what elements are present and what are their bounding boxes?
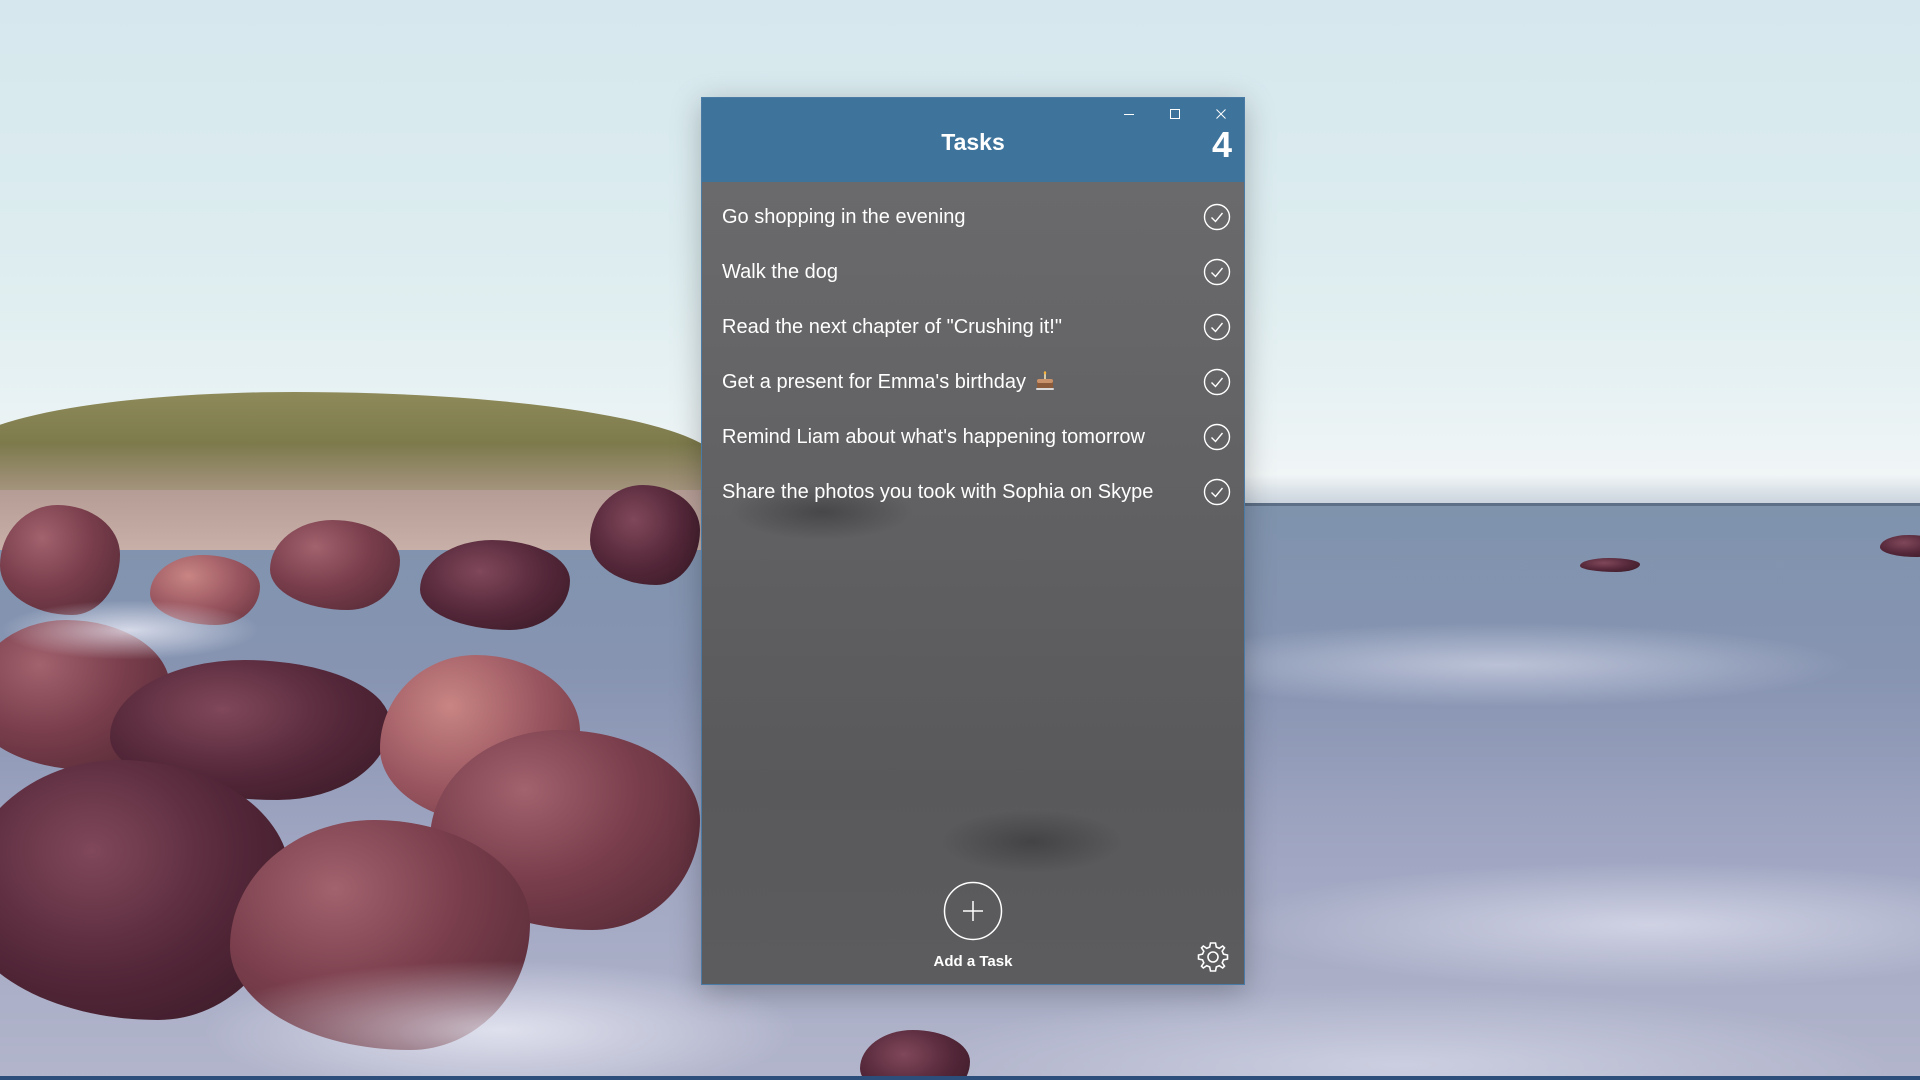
task-text: Remind Liam about what's happening tomor… <box>722 426 1145 448</box>
task-text: Read the next chapter of "Crushing it!" <box>722 316 1062 338</box>
maximize-button[interactable] <box>1152 98 1198 130</box>
task-text: Share the photos you took with Sophia on… <box>722 481 1154 503</box>
task-item[interactable]: Share the photos you took with Sophia on… <box>702 465 1244 520</box>
task-text-label: Get a present for Emma's birthday <box>722 371 1026 393</box>
minimize-icon <box>1124 114 1134 115</box>
task-item[interactable]: Walk the dog <box>702 245 1244 300</box>
task-text: Walk the dog <box>722 261 838 283</box>
gear-icon[interactable] <box>1196 940 1230 974</box>
complete-task-check-icon[interactable] <box>1203 368 1231 396</box>
task-text: Get a present for Emma's birthday <box>722 371 1056 394</box>
task-item[interactable]: Get a present for Emma's birthday <box>702 355 1244 410</box>
wallpaper-rock <box>270 520 400 610</box>
complete-task-check-icon[interactable] <box>1203 258 1231 286</box>
add-task-label[interactable]: Add a Task <box>702 953 1244 970</box>
desktop-wallpaper: Tasks 4 Go shopping in the evening Walk … <box>0 0 1920 1080</box>
complete-task-check-icon[interactable] <box>1203 313 1231 341</box>
app-title: Tasks <box>941 129 1005 155</box>
wallpaper-rock <box>420 540 570 630</box>
task-count-badge: 4 <box>1211 124 1232 165</box>
task-item[interactable]: Remind Liam about what's happening tomor… <box>702 410 1244 465</box>
task-text: Go shopping in the evening <box>722 206 966 228</box>
task-item[interactable]: Go shopping in the evening <box>702 190 1244 245</box>
wallpaper-rock <box>0 505 120 615</box>
task-panel: Go shopping in the evening Walk the dog … <box>702 182 1244 984</box>
add-task-area: Add a Task <box>702 881 1244 970</box>
wallpaper-rock <box>1580 558 1640 572</box>
wallpaper-foam <box>0 600 260 660</box>
add-task-button[interactable] <box>943 881 1003 941</box>
birthday-cake-icon <box>1035 371 1054 390</box>
maximize-icon <box>1170 109 1180 119</box>
title-bar: Tasks 4 <box>702 98 1244 182</box>
close-icon <box>1216 109 1226 119</box>
complete-task-check-icon[interactable] <box>1203 203 1231 231</box>
minimize-button[interactable] <box>1106 98 1152 130</box>
tasks-app-window: Tasks 4 Go shopping in the evening Walk … <box>701 97 1245 985</box>
taskbar-edge <box>0 1076 1920 1080</box>
complete-task-check-icon[interactable] <box>1203 478 1231 506</box>
complete-task-check-icon[interactable] <box>1203 423 1231 451</box>
wallpaper-rock <box>590 485 700 585</box>
task-list: Go shopping in the evening Walk the dog … <box>702 182 1244 520</box>
task-item[interactable]: Read the next chapter of "Crushing it!" <box>702 300 1244 355</box>
